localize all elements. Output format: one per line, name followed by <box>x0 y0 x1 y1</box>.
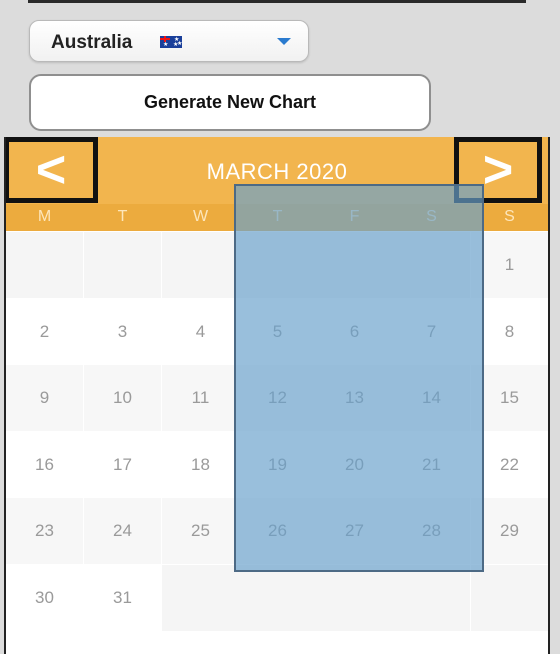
day-cell[interactable]: 3 <box>84 299 161 365</box>
day-cell[interactable]: 22 <box>471 432 548 498</box>
day-cell[interactable]: 28 <box>393 498 470 564</box>
day-cell[interactable]: 26 <box>239 498 316 564</box>
calendar-header: MARCH 2020 < > <box>6 137 548 204</box>
day-cell[interactable]: 21 <box>393 432 470 498</box>
weekday-label: T <box>272 208 283 225</box>
empty-day-cell <box>316 565 393 631</box>
day-cell[interactable]: 2 <box>6 299 83 365</box>
day-cell[interactable]: 9 <box>6 365 83 431</box>
next-month-button[interactable]: > <box>454 137 542 203</box>
day-cell[interactable]: 25 <box>162 498 239 564</box>
day-cell[interactable]: 1 <box>471 232 548 298</box>
day-cell[interactable]: 7 <box>393 299 470 365</box>
empty-day-cell <box>239 565 316 631</box>
day-cell[interactable]: 13 <box>316 365 393 431</box>
empty-day-cell <box>162 232 239 298</box>
chevron-down-icon <box>277 38 291 45</box>
day-cell[interactable]: 23 <box>6 498 83 564</box>
weekday-label: W <box>192 208 209 225</box>
right-border <box>548 137 550 654</box>
day-cell[interactable]: 30 <box>6 565 83 631</box>
left-border <box>4 137 6 654</box>
day-cell[interactable]: 29 <box>471 498 548 564</box>
previous-month-button[interactable]: < <box>6 137 98 203</box>
day-cell[interactable]: 27 <box>316 498 393 564</box>
generate-chart-button[interactable]: Generate New Chart <box>29 74 431 131</box>
top-bar <box>28 0 526 3</box>
day-cell[interactable]: 8 <box>471 299 548 365</box>
weekday-label: F <box>349 208 360 225</box>
day-cell[interactable]: 20 <box>316 432 393 498</box>
weekday-label: S <box>504 208 515 225</box>
day-cell[interactable]: 16 <box>6 432 83 498</box>
day-cell[interactable]: 24 <box>84 498 161 564</box>
day-cell[interactable]: 31 <box>84 565 161 631</box>
weekday-label: M <box>37 208 52 225</box>
empty-day-cell <box>6 232 83 298</box>
empty-day-cell <box>471 565 548 631</box>
day-cell[interactable]: 10 <box>84 365 161 431</box>
day-cell[interactable]: 5 <box>239 299 316 365</box>
day-cell[interactable]: 18 <box>162 432 239 498</box>
day-cell[interactable]: 11 <box>162 365 239 431</box>
day-cell[interactable]: 17 <box>84 432 161 498</box>
day-cell[interactable]: 4 <box>162 299 239 365</box>
empty-day-cell <box>393 565 470 631</box>
day-cell[interactable]: 12 <box>239 365 316 431</box>
empty-day-cell <box>239 232 316 298</box>
country-select-value: Australia <box>51 32 133 53</box>
empty-day-cell <box>316 232 393 298</box>
day-cell[interactable]: 19 <box>239 432 316 498</box>
empty-day-cell <box>84 232 161 298</box>
empty-day-cell <box>162 565 239 631</box>
country-select[interactable]: Australia ★ ★ ★ ★ <box>29 20 309 62</box>
day-cell[interactable]: 6 <box>316 299 393 365</box>
weekday-label: T <box>117 208 128 225</box>
australia-flag-icon: ★ ★ ★ ★ <box>160 36 182 48</box>
weekday-label: S <box>426 208 437 225</box>
day-cell[interactable]: 15 <box>471 365 548 431</box>
calendar: MARCH 2020 < > M T W T F S S 1 2 3 4 5 6 7 8 9 10… <box>6 137 548 654</box>
empty-day-cell <box>393 232 470 298</box>
weekday-row: M T W T F S S <box>6 204 548 231</box>
day-cell[interactable]: 14 <box>393 365 470 431</box>
